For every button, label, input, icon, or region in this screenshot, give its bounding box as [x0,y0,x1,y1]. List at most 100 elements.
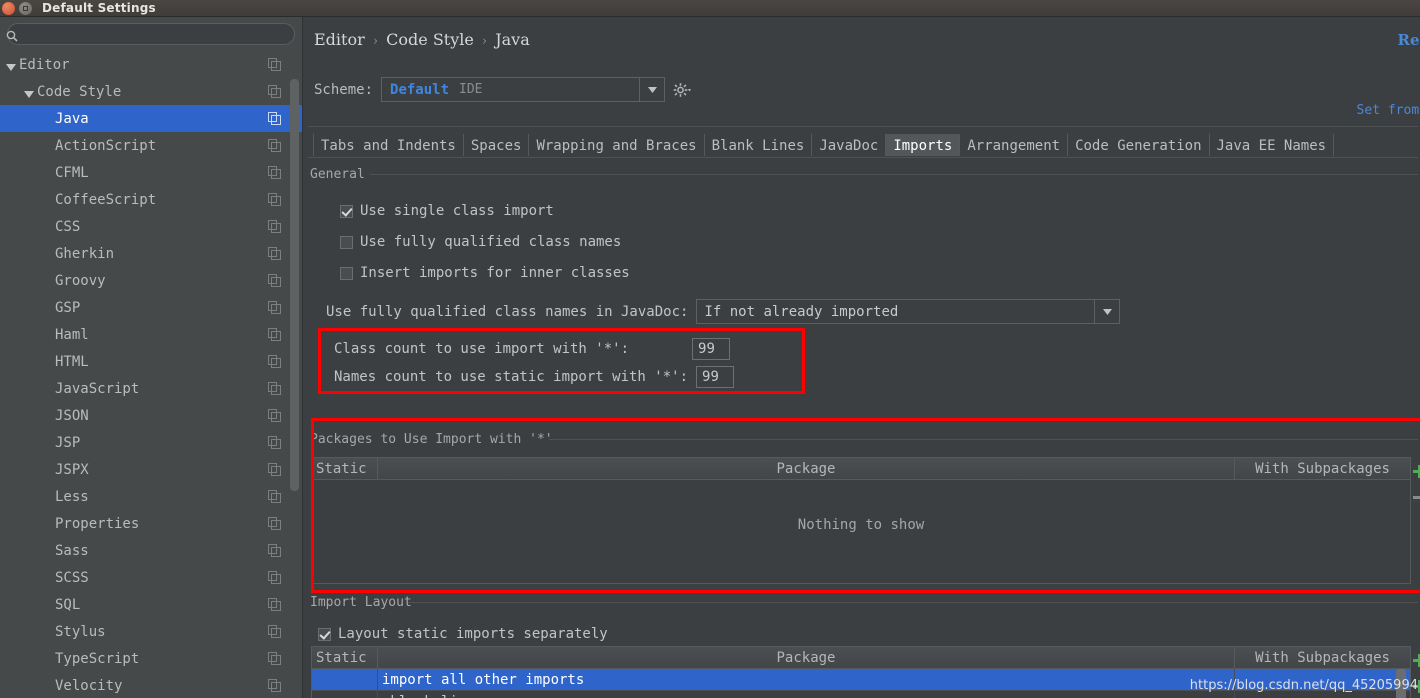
sidebar-item-html[interactable]: HTML [0,348,302,375]
tab-java-ee-names[interactable]: Java EE Names [1210,134,1335,156]
sidebar-item-gsp[interactable]: GSP [0,294,302,321]
chevron-down-icon[interactable] [24,87,34,98]
sidebar-item-javascript[interactable]: JavaScript [0,375,302,402]
copy-icon[interactable] [268,301,281,314]
tab-arrangement[interactable]: Arrangement [960,134,1069,156]
reset-link[interactable]: Res [1398,31,1420,49]
copy-icon[interactable] [268,544,281,557]
sidebar-item-less[interactable]: Less [0,483,302,510]
column-header-with-subpackages[interactable]: With Subpackages [1235,647,1410,668]
sidebar-item-haml[interactable]: Haml [0,321,302,348]
remove-icon[interactable] [1413,489,1420,502]
column-header-with-subpackages[interactable]: With Subpackages [1235,458,1410,479]
checkbox-box[interactable] [340,235,353,249]
copy-icon[interactable] [268,85,281,98]
sidebar-scrollbar[interactable] [290,79,299,491]
column-header-static[interactable]: Static [312,458,378,479]
sidebar-item-coffeescript[interactable]: CoffeeScript [0,186,302,213]
sidebar-item-sql[interactable]: SQL [0,591,302,618]
checkbox-insert-imports-for-inner-classes[interactable]: Insert imports for inner classes [340,265,630,281]
sidebar-item-jsp[interactable]: JSP [0,429,302,456]
chevron-down-icon[interactable] [1094,300,1119,323]
search-box[interactable] [6,23,295,45]
sidebar-item-sass[interactable]: Sass [0,537,302,564]
copy-icon[interactable] [268,355,281,368]
gear-icon[interactable] [673,80,693,100]
class-count-input[interactable]: 99 [692,338,731,360]
sidebar-item-actionscript[interactable]: ActionScript [0,132,302,159]
sidebar-item-label: SQL [55,596,81,613]
copy-icon[interactable] [268,274,281,287]
sidebar-item-properties[interactable]: Properties [0,510,302,537]
copy-icon[interactable] [268,598,281,611]
tab-imports[interactable]: Imports [886,134,961,156]
sidebar-item-jspx[interactable]: JSPX [0,456,302,483]
window-close-icon[interactable] [2,1,15,15]
sidebar-item-scss[interactable]: SCSS [0,564,302,591]
sidebar-item-editor[interactable]: Editor [0,51,302,78]
sidebar-item-code-style[interactable]: Code Style [0,78,302,105]
packages-table[interactable]: Static Package With Subpackages Nothing … [311,457,1411,584]
copy-icon[interactable] [268,166,281,179]
copy-icon[interactable] [268,328,281,341]
tab-code-generation[interactable]: Code Generation [1068,134,1210,156]
tab-javadoc[interactable]: JavaDoc [812,134,887,156]
copy-icon[interactable] [268,58,281,71]
search-input[interactable] [8,24,294,44]
sidebar-item-java[interactable]: Java [0,105,302,132]
add-icon[interactable] [1413,652,1420,667]
tab-blank-lines[interactable]: Blank Lines [705,134,813,156]
copy-icon[interactable] [268,463,281,476]
copy-icon[interactable] [268,436,281,449]
tab-tabs-and-indents[interactable]: Tabs and Indents [313,134,464,156]
copy-icon[interactable] [268,679,281,692]
sidebar-item-velocity[interactable]: Velocity [0,672,302,698]
sidebar-item-cfml[interactable]: CFML [0,159,302,186]
copy-icon[interactable] [268,652,281,665]
javadoc-fqn-dropdown[interactable]: If not already imported [696,299,1121,324]
names-count-input[interactable]: 99 [696,366,735,388]
column-header-static[interactable]: Static [312,647,378,668]
window-minimize-icon[interactable] [19,1,32,15]
copy-icon[interactable] [268,112,281,125]
column-header-package[interactable]: Package [378,458,1235,479]
sidebar-item-stylus[interactable]: Stylus [0,618,302,645]
tab-wrapping-and-braces[interactable]: Wrapping and Braces [529,134,705,156]
sidebar-item-json[interactable]: JSON [0,402,302,429]
copy-icon[interactable] [268,220,281,233]
checkbox-box[interactable] [318,627,331,641]
copy-icon[interactable] [268,625,281,638]
copy-icon[interactable] [268,571,281,584]
copy-icon[interactable] [268,517,281,530]
checkbox-use-single-class-import[interactable]: Use single class import [340,203,554,219]
copy-icon[interactable] [268,490,281,503]
sidebar-item-groovy[interactable]: Groovy [0,267,302,294]
checkbox-box[interactable] [340,266,353,280]
breadcrumb-root[interactable]: Editor [314,30,365,49]
copy-icon[interactable] [268,409,281,422]
copy-icon[interactable] [268,382,281,395]
column-header-package[interactable]: Package [378,647,1235,668]
chevron-down-icon[interactable] [6,60,16,71]
set-from-link[interactable]: Set from. [1357,103,1420,118]
add-icon[interactable] [1413,463,1420,478]
tab-spaces[interactable]: Spaces [464,134,530,156]
sidebar-item-typescript[interactable]: TypeScript [0,645,302,672]
general-group-title: General [310,167,371,182]
copy-icon[interactable] [268,193,281,206]
copy-icon[interactable] [268,139,281,152]
sidebar-item-gherkin[interactable]: Gherkin [0,240,302,267]
chevron-down-icon[interactable] [639,78,664,101]
general-group-rule [370,174,1418,175]
table-cell-static [312,669,378,690]
sidebar-item-css[interactable]: CSS [0,213,302,240]
scheme-dropdown[interactable]: Default IDE [381,77,666,102]
checkbox-box[interactable] [340,204,353,218]
copy-icon[interactable] [268,247,281,260]
checkbox-use-fully-qualified-class-names[interactable]: Use fully qualified class names [340,234,621,250]
checkbox-label: Use single class import [360,203,554,219]
breadcrumb-mid[interactable]: Code Style [386,30,474,49]
checkbox-layout-static-imports-separately[interactable]: Layout static imports separately [318,626,608,642]
